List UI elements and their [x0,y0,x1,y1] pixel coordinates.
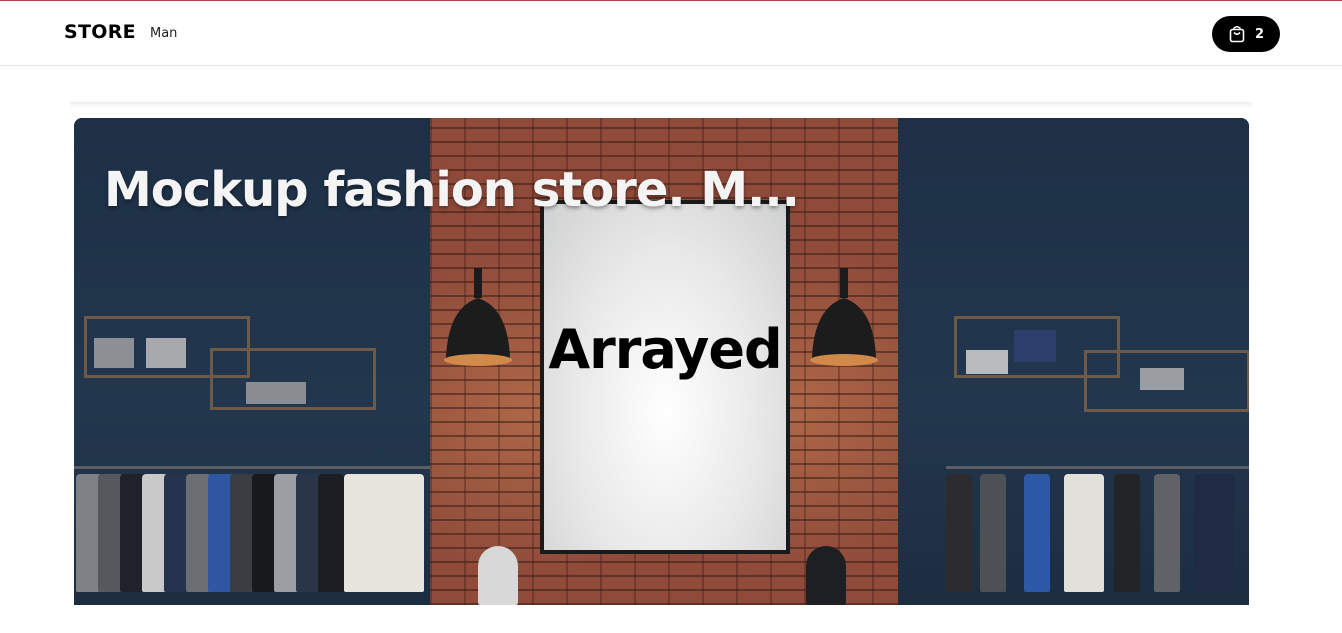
shirt [980,474,1006,592]
hero-card-shadow [70,102,1252,108]
mannequin [478,546,518,605]
folded-clothes [1140,368,1184,390]
site-header: STORE Man 2 [0,1,1342,66]
folded-clothes [146,338,186,368]
folded-clothes [1014,330,1056,362]
mannequin [806,546,846,605]
nav-link-man[interactable]: Man [150,26,177,41]
clothing-rack [74,466,430,469]
shirt [1024,474,1050,592]
hero-overlay-title: Mockup fashion store. M... [104,162,800,218]
folded-clothes [94,338,134,368]
pendant-lamp-icon [810,268,878,366]
cart-button[interactable]: 2 [1212,16,1280,52]
clothing-rack [946,466,1249,469]
shopping-bag-icon [1228,25,1246,43]
folded-clothes [246,382,306,404]
shirt [1064,474,1104,592]
pendant-lamp-icon [444,268,512,366]
shirt [1114,474,1140,592]
brand-logo[interactable]: STORE [64,21,136,43]
shirt [1154,474,1180,592]
shirt [946,474,972,592]
shirt [344,474,424,592]
shirt [318,474,344,592]
hero-banner-image[interactable]: Arrayed Mockup fashion store. M... [74,118,1249,605]
cart-count-badge: 2 [1254,26,1265,42]
poster-text: Arrayed [548,318,782,381]
shirt [1194,474,1234,592]
folded-clothes [966,350,1008,374]
